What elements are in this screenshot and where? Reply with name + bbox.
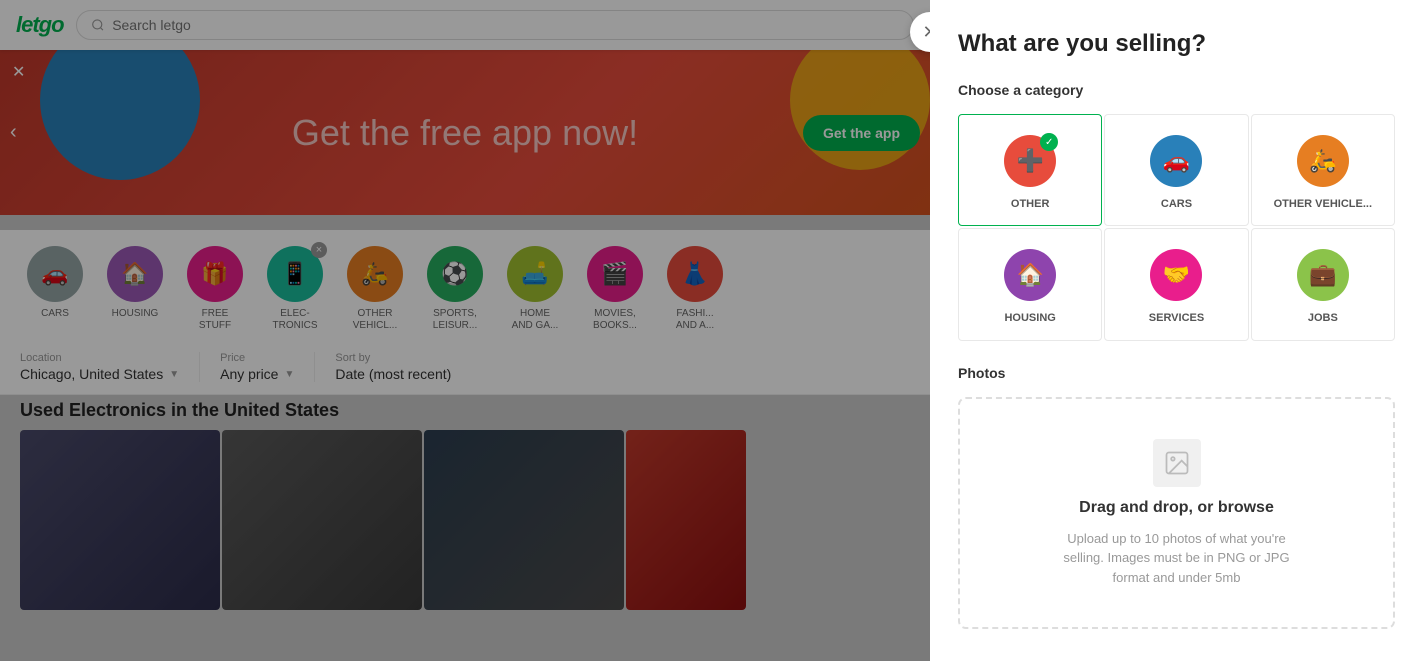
category-grid: ➕ ✓ OTHER 🚗 CARS 🛵 OTHER VEHICLE... 🏠 HO… bbox=[958, 114, 1395, 341]
cat-grid-icon-other: ➕ ✓ bbox=[1004, 135, 1056, 187]
cat-grid-icon-cars: 🚗 bbox=[1150, 135, 1202, 187]
cat-grid-icon-housing: 🏠 bbox=[1004, 249, 1056, 301]
cat-grid-icon-other-vehicles: 🛵 bbox=[1297, 135, 1349, 187]
choose-category-label: Choose a category bbox=[958, 82, 1395, 98]
cat-grid-item-cars[interactable]: 🚗 CARS bbox=[1104, 114, 1248, 226]
photos-label: Photos bbox=[958, 365, 1395, 381]
cat-grid-item-jobs[interactable]: 💼 JOBS bbox=[1251, 228, 1395, 340]
cat-grid-icon-services: 🤝 bbox=[1150, 249, 1202, 301]
cat-grid-label-cars: CARS bbox=[1161, 197, 1192, 211]
cat-grid-label-other-vehicles: OTHER VEHICLE... bbox=[1274, 197, 1372, 211]
cat-grid-item-other-vehicles[interactable]: 🛵 OTHER VEHICLE... bbox=[1251, 114, 1395, 226]
photos-section: Photos Drag and drop, or browse Upload u… bbox=[958, 365, 1395, 630]
cat-grid-icon-jobs: 💼 bbox=[1297, 249, 1349, 301]
selected-check-icon: ✓ bbox=[1040, 133, 1058, 151]
cat-grid-item-housing[interactable]: 🏠 HOUSING bbox=[958, 228, 1102, 340]
cat-grid-item-other[interactable]: ➕ ✓ OTHER bbox=[958, 114, 1102, 226]
upload-icon bbox=[1153, 439, 1201, 487]
right-panel: What are you selling? Choose a category … bbox=[930, 0, 1423, 661]
cat-grid-label-other: OTHER bbox=[1011, 197, 1050, 211]
modal-overlay[interactable]: ✕ bbox=[0, 0, 930, 661]
panel-title: What are you selling? bbox=[958, 30, 1395, 58]
cat-grid-item-services[interactable]: 🤝 SERVICES bbox=[1104, 228, 1248, 340]
cat-grid-label-services: SERVICES bbox=[1149, 311, 1204, 325]
upload-area[interactable]: Drag and drop, or browse Upload up to 10… bbox=[958, 397, 1395, 630]
cat-grid-label-housing: HOUSING bbox=[1004, 311, 1055, 325]
upload-title: Drag and drop, or browse bbox=[1079, 499, 1274, 517]
cat-grid-label-jobs: JOBS bbox=[1308, 311, 1338, 325]
upload-desc: Upload up to 10 photos of what you're se… bbox=[1047, 529, 1307, 588]
